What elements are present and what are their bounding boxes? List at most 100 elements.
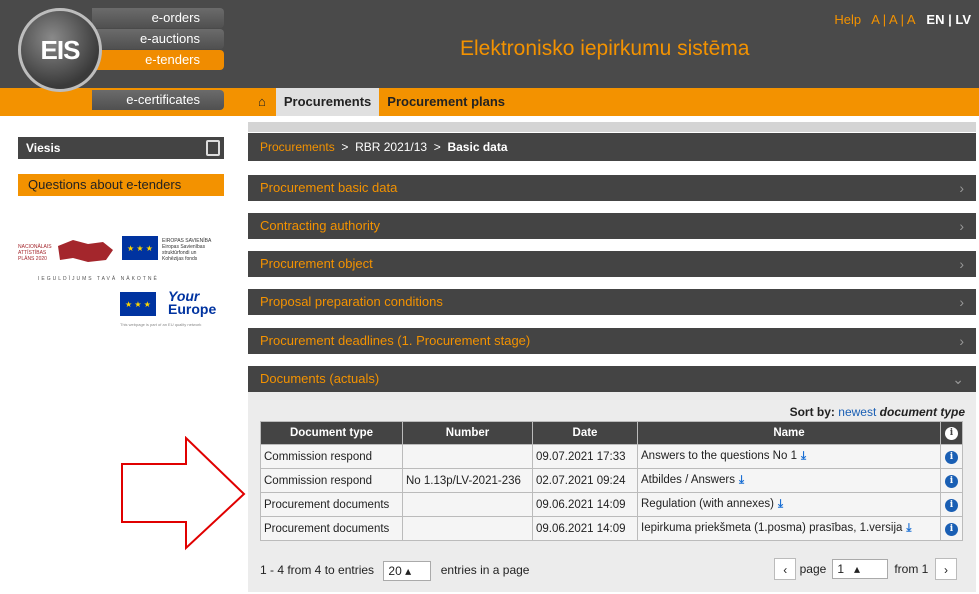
info-icon[interactable]: i: [945, 450, 958, 464]
tab-procurements[interactable]: Procurements: [275, 88, 380, 116]
doc-name: Answers to the questions No 1 ⤓: [637, 444, 941, 469]
entries-count: 1 - 4 from 4 to entries: [260, 563, 375, 577]
breadcrumb-separator: >: [341, 140, 349, 154]
doc-number: No 1.13p/LV-2021-236: [402, 468, 533, 493]
doc-type: Commission respond: [260, 444, 403, 469]
doc-number: [402, 492, 533, 517]
lock-icon[interactable]: [206, 140, 220, 156]
doc-name-link[interactable]: Atbildes / Answers: [641, 474, 735, 486]
breadcrumb-procurements[interactable]: Procurements: [260, 140, 335, 154]
column-header: Date: [532, 421, 638, 445]
doc-name-link[interactable]: Regulation (with annexes): [641, 498, 774, 510]
section-contracting-authority[interactable]: Contracting authority ›: [248, 213, 976, 239]
doc-name-link[interactable]: Iepirkuma priekšmeta (1.posma) prasības,…: [641, 522, 902, 534]
doc-name: Atbildes / Answers ⤓: [637, 468, 941, 493]
eu-tagline: IEGULDĪJUMS TAVĀ NĀKOTNĒ: [38, 276, 159, 282]
section-title: Contracting authority: [260, 218, 380, 233]
per-page-value: 20: [388, 563, 402, 578]
chevron-right-icon: ›: [959, 256, 964, 272]
sort-document-type[interactable]: document type: [880, 405, 965, 419]
module-menu: e-orders e-auctions e-tenders: [92, 8, 224, 71]
language-switch[interactable]: EN | LV: [926, 12, 971, 27]
section-title: Procurement object: [260, 256, 373, 271]
user-box: Viesis: [18, 137, 224, 159]
page-select[interactable]: 1 ▴: [832, 559, 889, 579]
menu-e-orders[interactable]: e-orders: [92, 8, 224, 28]
main-tabs: ⌂ Procurements Procurement plans: [248, 88, 514, 116]
section-basic-data[interactable]: Procurement basic data ›: [248, 175, 976, 201]
arrow-annotation-icon: [121, 436, 246, 551]
section-deadlines[interactable]: Procurement deadlines (1. Procurement st…: [248, 328, 976, 354]
info-icon[interactable]: i: [945, 474, 958, 488]
info-icon[interactable]: i: [945, 522, 958, 536]
page-label: page: [799, 562, 827, 576]
site-title: Elektronisko iepirkumu sistēma: [460, 37, 750, 60]
eu-flag-icon: ★ ★ ★: [122, 236, 158, 260]
page-value: 1: [837, 562, 844, 576]
download-icon[interactable]: ⤓: [906, 522, 911, 534]
sort-label: Sort by:: [789, 405, 835, 419]
info-icon[interactable]: i: [945, 498, 958, 512]
tab-procurement-plans[interactable]: Procurement plans: [379, 88, 514, 116]
column-header: Name: [637, 421, 941, 445]
eis-logo[interactable]: EIS: [18, 8, 102, 92]
doc-date: 02.07.2021 09:24: [532, 468, 638, 493]
questions-button[interactable]: Questions about e-tenders: [18, 174, 224, 196]
breadcrumb-separator: >: [433, 140, 441, 154]
table-row: Procurement documents 09.06.2021 14:09 I…: [260, 516, 963, 541]
menu-e-certificates[interactable]: e-certificates: [92, 90, 224, 110]
info-header-icon: i: [940, 421, 963, 445]
entries-summary: 1 - 4 from 4 to entries 20 ▴ entries in …: [260, 560, 529, 581]
info-cell: i: [940, 444, 963, 469]
breadcrumb: Procurements > RBR 2021/13 > Basic data: [248, 133, 976, 161]
section-documents[interactable]: Documents (actuals) ⌄: [248, 366, 976, 392]
eu-flag-small-icon: ★ ★ ★: [120, 292, 156, 316]
per-page-suffix: entries in a page: [440, 563, 530, 577]
eu-funds-logo: NACIONĀLAIS ATTĪSTĪBAS PLĀNS 2020 ★ ★ ★ …: [18, 234, 224, 274]
section-title: Proposal preparation conditions: [260, 294, 443, 309]
your-europe-bottom: Europe: [168, 301, 217, 317]
info-cell: i: [940, 492, 963, 517]
column-header: Number: [402, 421, 533, 445]
table-row: Commission respond 09.07.2021 17:33 Answ…: [260, 444, 963, 469]
doc-type: Commission respond: [260, 468, 403, 493]
your-europe-logo[interactable]: Your Europe: [168, 289, 217, 317]
user-name: Viesis: [26, 141, 61, 155]
section-title: Procurement basic data: [260, 180, 398, 195]
menu-e-tenders[interactable]: e-tenders: [92, 50, 224, 70]
svg-text:NACIONĀLAIS: NACIONĀLAIS: [18, 243, 52, 250]
doc-date: 09.07.2021 17:33: [532, 444, 638, 469]
your-europe-note: This webpage is part of an EU quality ne…: [120, 322, 202, 327]
top-links: Help A | A | A EN | LV: [834, 12, 971, 27]
menu-e-auctions[interactable]: e-auctions: [92, 29, 224, 49]
section-proposal-conditions[interactable]: Proposal preparation conditions ›: [248, 289, 976, 315]
chevron-right-icon: ›: [959, 294, 964, 310]
prev-page-button[interactable]: ‹: [774, 558, 797, 580]
font-size-switch[interactable]: A | A | A: [871, 12, 915, 27]
info-cell: i: [940, 468, 963, 493]
doc-date: 09.06.2021 14:09: [532, 516, 638, 541]
per-page-select[interactable]: 20 ▴: [383, 560, 432, 581]
pagination: ‹ page 1 ▴ from 1 ›: [774, 558, 957, 580]
chevron-right-icon: ›: [959, 333, 964, 349]
sort-by: Sort by: newest document type: [790, 405, 965, 419]
chevron-down-icon: ⌄: [952, 371, 964, 387]
download-icon[interactable]: ⤓: [801, 450, 806, 462]
download-icon[interactable]: ⤓: [739, 474, 744, 486]
doc-number: [402, 444, 533, 469]
next-page-button[interactable]: ›: [935, 558, 957, 580]
help-link[interactable]: Help: [834, 12, 861, 27]
section-title: Documents (actuals): [260, 371, 380, 386]
doc-name: Regulation (with annexes) ⤓: [637, 492, 941, 517]
home-icon[interactable]: ⌂: [248, 88, 276, 116]
eu-funds-text: EIROPAS SAVIENĪBA Eiropas Savienības struk…: [162, 238, 212, 262]
table-header-row: Document type Number Date Name i: [260, 421, 963, 445]
doc-name-link[interactable]: Answers to the questions No 1: [641, 450, 797, 462]
doc-name: Iepirkuma priekšmeta (1.posma) prasības,…: [637, 516, 941, 541]
sort-newest[interactable]: newest: [838, 405, 876, 419]
breadcrumb-current: Basic data: [447, 140, 508, 154]
doc-type: Procurement documents: [260, 492, 403, 517]
download-icon[interactable]: ⤓: [778, 498, 783, 510]
table-row: Procurement documents 09.06.2021 14:09 R…: [260, 492, 963, 517]
section-procurement-object[interactable]: Procurement object ›: [248, 251, 976, 277]
